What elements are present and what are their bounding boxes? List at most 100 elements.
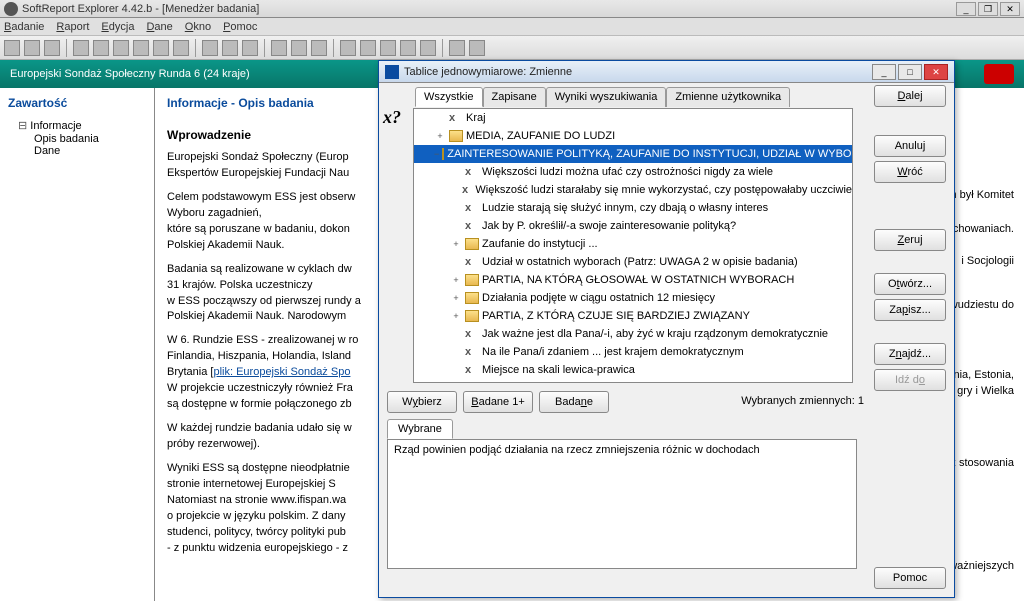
window-controls: _ ❐ ✕ <box>956 2 1020 16</box>
wybrane-tab[interactable]: Wybrane <box>387 419 453 439</box>
logo <box>984 64 1014 84</box>
dialog-icon <box>385 65 399 79</box>
dialog-tabs: Wszystkie Zapisane Wyniki wyszukiwania Z… <box>415 87 946 107</box>
selected-count: Wybranych zmiennych: 1 <box>741 395 864 407</box>
tree-root[interactable]: Informacje <box>8 118 146 133</box>
tool-icon[interactable] <box>222 40 238 56</box>
wybrane-item[interactable]: Rząd powinien podjąć działania na rzecz … <box>394 444 850 456</box>
tool-icon[interactable] <box>153 40 169 56</box>
app-icon <box>4 2 18 16</box>
tool-icon[interactable] <box>73 40 89 56</box>
left-title: Zawartość <box>8 96 146 110</box>
pomoc-button[interactable]: Pomoc <box>874 567 946 589</box>
tree-node[interactable]: Kraj <box>414 109 852 127</box>
badane-button[interactable]: Badane <box>539 391 609 413</box>
menu-raport[interactable]: Raport <box>56 21 89 33</box>
dialog-titlebar[interactable]: Tablice jednowymiarowe: Zmienne _ □ ✕ <box>379 61 954 83</box>
zapisz-button[interactable]: Zapisz... <box>874 299 946 321</box>
tree-node[interactable]: Jak ważne jest dla Pana/-i, aby żyć w kr… <box>414 325 852 343</box>
tool-icon[interactable] <box>469 40 485 56</box>
dialog-title: Tablice jednowymiarowe: Zmienne <box>404 66 572 78</box>
tool-icon[interactable] <box>449 40 465 56</box>
separator <box>66 39 67 57</box>
tool-icon[interactable] <box>44 40 60 56</box>
tool-icon[interactable] <box>291 40 307 56</box>
menu-okno[interactable]: Okno <box>185 21 211 33</box>
tool-icon[interactable] <box>202 40 218 56</box>
tool-icon[interactable] <box>271 40 287 56</box>
tree-node[interactable]: Ogólne zadowolenie ze swojego obecnego ż… <box>414 379 852 383</box>
tree-node[interactable]: Większość ludzi starałaby się mnie wykor… <box>414 181 852 199</box>
dalej-button[interactable]: Dalej <box>874 85 946 107</box>
tool-icon[interactable] <box>242 40 258 56</box>
tool-icon[interactable] <box>360 40 376 56</box>
dialog-tablice: Tablice jednowymiarowe: Zmienne _ □ ✕ Ws… <box>378 60 955 598</box>
menu-pomoc[interactable]: Pomoc <box>223 21 257 33</box>
zeruj-button[interactable]: Zeruj <box>874 229 946 251</box>
dialog-body: Wszystkie Zapisane Wyniki wyszukiwania Z… <box>379 83 954 597</box>
tree-node[interactable]: +Działania podjęte w ciągu ostatnich 12 … <box>414 289 852 307</box>
wroc-button[interactable]: Wróć <box>874 161 946 183</box>
separator <box>195 39 196 57</box>
left-pane: Zawartość Informacje Opis badania Dane <box>0 88 155 601</box>
tool-icon[interactable] <box>380 40 396 56</box>
tool-icon[interactable] <box>93 40 109 56</box>
tab-wyniki[interactable]: Wyniki wyszukiwania <box>546 87 667 107</box>
separator <box>333 39 334 57</box>
variables-tree[interactable]: Kraj+MEDIA, ZAUFANIE DO LUDZI−ZAINTERESO… <box>413 108 853 383</box>
tree-node[interactable]: +PARTIA, NA KTÓRĄ GŁOSOWAŁ W OSTATNICH W… <box>414 271 852 289</box>
tree-node[interactable]: +MEDIA, ZAUFANIE DO LUDZI <box>414 127 852 145</box>
tool-icon[interactable] <box>311 40 327 56</box>
tab-uzytkownika[interactable]: Zmienne użytkownika <box>666 87 790 107</box>
tool-icon[interactable] <box>340 40 356 56</box>
dialog-maximize-button[interactable]: □ <box>898 64 922 80</box>
tab-zapisane[interactable]: Zapisane <box>483 87 546 107</box>
tab-wszystkie[interactable]: Wszystkie <box>415 87 483 107</box>
idzdo-button: Idź do <box>874 369 946 391</box>
tree-node[interactable]: +Zaufanie do instytucji ... <box>414 235 852 253</box>
tool-icon[interactable] <box>173 40 189 56</box>
tool-icon[interactable] <box>420 40 436 56</box>
text-fragment: wudziestu do <box>950 298 1014 314</box>
separator <box>264 39 265 57</box>
bottom-buttons: Wybierz Badane 1+ Badane <box>387 391 609 413</box>
tree-node[interactable]: Większości ludzi można ufać czy ostrożno… <box>414 163 852 181</box>
wybierz-button[interactable]: Wybierz <box>387 391 457 413</box>
main-titlebar: SoftReport Explorer 4.42.b - [Menedżer b… <box>0 0 1024 18</box>
text-fragment: i Socjologii <box>961 254 1014 270</box>
x-question-icon: x? <box>383 107 401 128</box>
separator <box>442 39 443 57</box>
tree-node[interactable]: Ludzie starają się służyć innym, czy dba… <box>414 199 852 217</box>
minimize-button[interactable]: _ <box>956 2 976 16</box>
link[interactable]: plik: Europejski Sondaż Spo <box>213 366 350 378</box>
tree-item[interactable]: Opis badania <box>8 133 146 145</box>
anuluj-button[interactable]: Anuluj <box>874 135 946 157</box>
wybrane-panel: Rząd powinien podjąć działania na rzecz … <box>387 439 857 569</box>
text-fragment: gry i Wielka <box>957 384 1014 400</box>
tree-node[interactable]: Jak by P. określił/-a swoje zainteresowa… <box>414 217 852 235</box>
menu-dane[interactable]: Dane <box>146 21 172 33</box>
tool-icon[interactable] <box>400 40 416 56</box>
tree-node[interactable]: −ZAINTERESOWANIE POLITYKĄ, ZAUFANIE DO I… <box>414 145 852 163</box>
maximize-button[interactable]: ❐ <box>978 2 998 16</box>
menu-badanie[interactable]: Badanie <box>4 21 44 33</box>
tree-node[interactable]: Miejsce na skali lewica-prawica <box>414 361 852 379</box>
menu-edycja[interactable]: Edycja <box>101 21 134 33</box>
toolbar <box>0 36 1024 60</box>
tool-icon[interactable] <box>133 40 149 56</box>
otworz-button[interactable]: Otwórz... <box>874 273 946 295</box>
znajdz-button[interactable]: Znajdź... <box>874 343 946 365</box>
tool-icon[interactable] <box>24 40 40 56</box>
tree-node[interactable]: Udział w ostatnich wyborach (Patrz: UWAG… <box>414 253 852 271</box>
tool-icon[interactable] <box>4 40 20 56</box>
window-title: SoftReport Explorer 4.42.b - [Menedżer b… <box>22 3 259 15</box>
menubar: Badanie Raport Edycja Dane Okno Pomoc <box>0 18 1024 36</box>
tree-item[interactable]: Dane <box>8 145 146 157</box>
tool-icon[interactable] <box>113 40 129 56</box>
tree-node[interactable]: Na ile Pana/i zdaniem ... jest krajem de… <box>414 343 852 361</box>
badane1-button[interactable]: Badane 1+ <box>463 391 533 413</box>
tree-node[interactable]: +PARTIA, Z KTÓRĄ CZUJE SIĘ BARDZIEJ ZWIĄ… <box>414 307 852 325</box>
close-button[interactable]: ✕ <box>1000 2 1020 16</box>
dialog-close-button[interactable]: ✕ <box>924 64 948 80</box>
dialog-minimize-button[interactable]: _ <box>872 64 896 80</box>
